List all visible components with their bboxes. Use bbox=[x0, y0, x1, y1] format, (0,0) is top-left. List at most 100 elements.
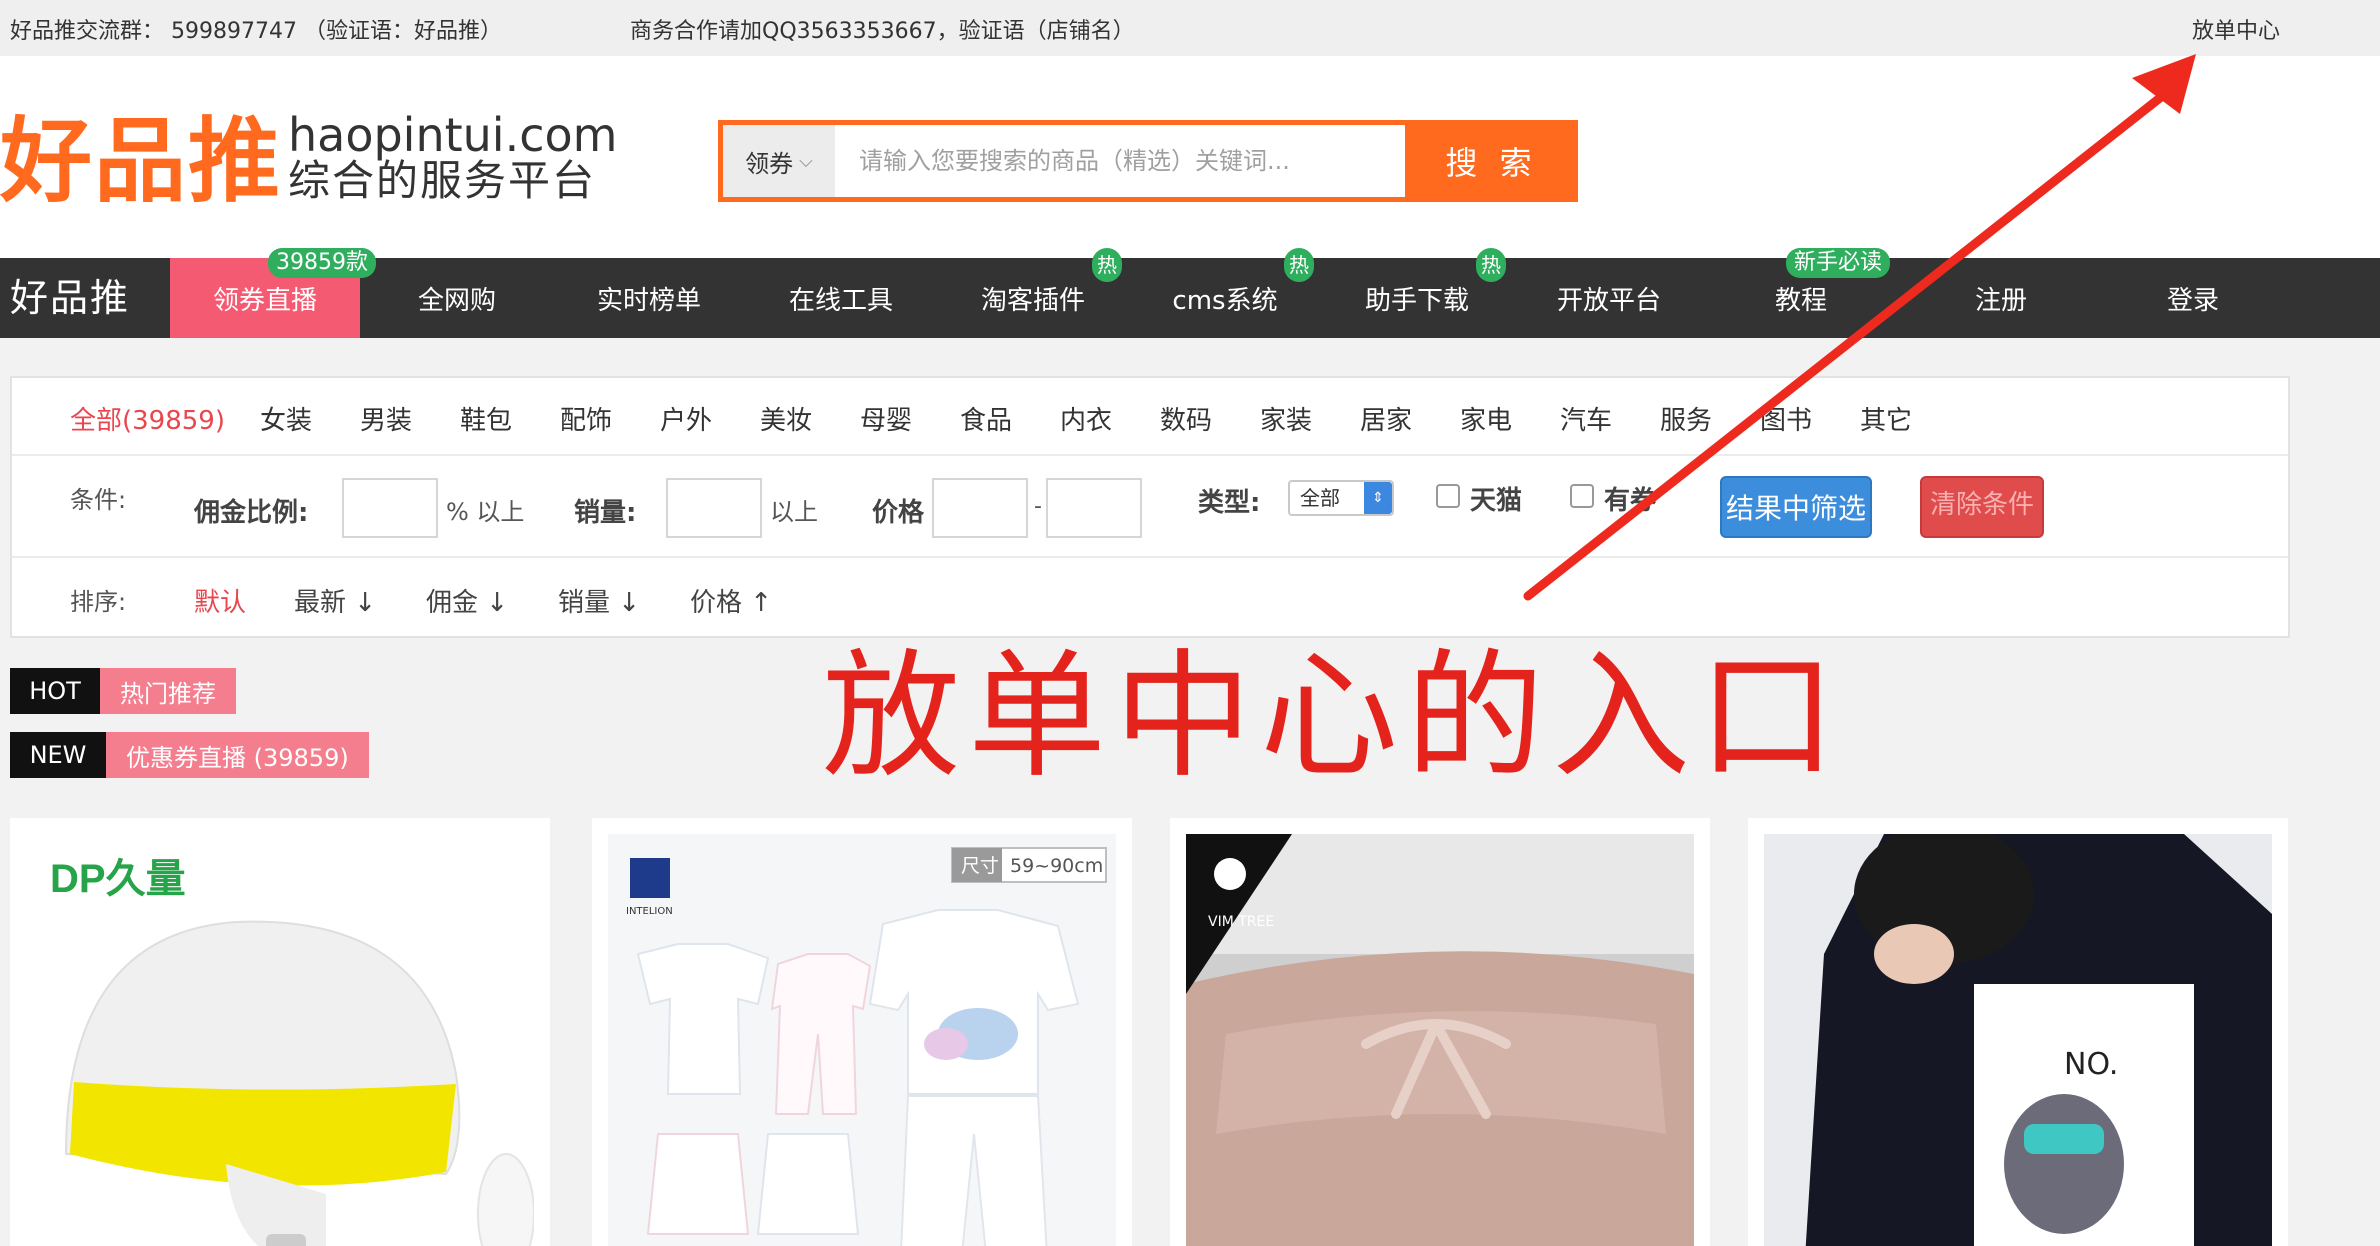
hot-tag[interactable]: HOT 热门推荐 bbox=[10, 668, 236, 714]
nav-item-cms[interactable]: cms系统 热 bbox=[1130, 248, 1320, 338]
nav-item-realtime-rank[interactable]: 实时榜单 bbox=[554, 258, 744, 338]
category-item[interactable]: 男装 bbox=[360, 400, 412, 437]
commission-label: 佣金比例: bbox=[194, 498, 309, 528]
nav-item-label: 开放平台 bbox=[1556, 285, 1661, 316]
tmall-checkbox[interactable] bbox=[1436, 484, 1460, 508]
search-box: 领券 ⌵ 搜 索 bbox=[718, 120, 1578, 202]
category-item[interactable]: 食品 bbox=[960, 400, 1012, 437]
category-item[interactable]: 服务 bbox=[1660, 400, 1712, 437]
coupon-checkbox[interactable] bbox=[1570, 484, 1594, 508]
nav-badge-hot: 热 bbox=[1476, 248, 1506, 282]
category-item[interactable]: 户外 bbox=[660, 400, 712, 437]
price-min-input[interactable] bbox=[932, 478, 1028, 538]
search-button[interactable]: 搜 索 bbox=[1405, 120, 1578, 202]
sort-newest-label: 最新 bbox=[294, 588, 347, 618]
business-contact-text: 商务合作请加QQ3563353667，验证语（店铺名） bbox=[630, 19, 1135, 44]
hot-tag-key: HOT bbox=[10, 668, 100, 714]
new-tag-label: 优惠券直播 (39859) bbox=[106, 732, 369, 778]
nav-item-label: 在线工具 bbox=[788, 285, 893, 316]
nav-brand[interactable]: 好品推 bbox=[10, 258, 130, 338]
category-item[interactable]: 家装 bbox=[1260, 400, 1312, 437]
nav-item-coupon-live[interactable]: 领券直播 39859款 bbox=[170, 248, 376, 338]
nav-item-label: 淘客插件 bbox=[980, 285, 1085, 316]
price-max-input[interactable] bbox=[1046, 478, 1142, 538]
category-item[interactable]: 母婴 bbox=[860, 400, 912, 437]
new-tag[interactable]: NEW 优惠券直播 (39859) bbox=[10, 732, 369, 778]
sort-commission-label: 佣金 bbox=[426, 588, 479, 618]
search-input[interactable] bbox=[835, 125, 1395, 197]
product-image[interactable]: VIM TREE bbox=[1186, 834, 1694, 1246]
nav-item-label: 领券直播 bbox=[212, 285, 317, 316]
sort-label: 排序: bbox=[70, 588, 127, 616]
product-card[interactable]: 尺寸 59~90cm INTELION bbox=[592, 818, 1132, 1246]
nav-item-register[interactable]: 注册 bbox=[1906, 258, 2096, 338]
sales-input[interactable] bbox=[666, 478, 762, 538]
clear-conditions-button[interactable]: 清除条件 bbox=[1920, 476, 2044, 538]
price-label: 价格 bbox=[872, 498, 925, 528]
nav-item-open-platform[interactable]: 开放平台 bbox=[1514, 258, 1704, 338]
category-item[interactable]: 其它 bbox=[1860, 400, 1912, 437]
top-bar: 好品推交流群： 599897747 （验证语：好品推） 商务合作请加QQ3563… bbox=[0, 0, 2380, 56]
sort-newest[interactable]: 最新 ↓ bbox=[294, 582, 376, 619]
nav-item-all-web[interactable]: 全网购 bbox=[362, 258, 552, 338]
price-separator: - bbox=[1034, 494, 1042, 519]
filter-in-results-button[interactable]: 结果中筛选 bbox=[1720, 476, 1872, 538]
release-center-link[interactable]: 放单中心 bbox=[2192, 13, 2280, 45]
category-item[interactable]: 图书 bbox=[1760, 400, 1812, 437]
logo-chinese[interactable]: 好品推 bbox=[0, 116, 282, 208]
category-item[interactable]: 美妆 bbox=[760, 400, 812, 437]
product-card[interactable]: VIM TREE bbox=[1170, 818, 1710, 1246]
sort-sales-label: 销量 bbox=[558, 588, 611, 618]
select-arrows-icon: ⇕ bbox=[1364, 482, 1392, 514]
category-item[interactable]: 女装 bbox=[260, 400, 312, 437]
category-item-all[interactable]: 全部(39859) bbox=[70, 400, 225, 437]
logo-slogan: 综合的服务平台 bbox=[288, 156, 597, 205]
sort-default-label: 默认 bbox=[194, 588, 247, 618]
product-card[interactable]: NO. bbox=[1748, 818, 2288, 1246]
category-item[interactable]: 汽车 bbox=[1560, 400, 1612, 437]
nav-badge-hot: 热 bbox=[1284, 248, 1314, 282]
nav-item-online-tools[interactable]: 在线工具 bbox=[746, 258, 936, 338]
product-card[interactable]: DP久量 bbox=[10, 818, 550, 1246]
nav-item-plugin[interactable]: 淘客插件 热 bbox=[938, 248, 1128, 338]
category-item[interactable]: 配饰 bbox=[560, 400, 612, 437]
sort-price[interactable]: 价格 ↑ bbox=[690, 582, 772, 619]
category-item[interactable]: 内衣 bbox=[1060, 400, 1112, 437]
nav-badge-hot: 热 bbox=[1092, 248, 1122, 282]
sort-price-label: 价格 bbox=[690, 588, 743, 618]
type-select-value: 全部 bbox=[1300, 486, 1340, 510]
category-item[interactable]: 居家 bbox=[1360, 400, 1412, 437]
qq-group-text: 好品推交流群： 599897747 （验证语：好品推） bbox=[10, 19, 502, 44]
nav-item-label: 登录 bbox=[2166, 285, 2219, 316]
sort-default[interactable]: 默认 bbox=[194, 582, 246, 619]
nav-item-assistant-download[interactable]: 助手下载 热 bbox=[1322, 248, 1512, 338]
nav-badge-newbie: 新手必读 bbox=[1785, 248, 1890, 278]
nav-item-label: 教程 bbox=[1774, 285, 1827, 316]
category-item[interactable]: 鞋包 bbox=[460, 400, 512, 437]
sort-sales[interactable]: 销量 ↓ bbox=[558, 582, 640, 619]
logo-domain: haopintui.com bbox=[288, 108, 618, 162]
nav-item-label: cms系统 bbox=[1172, 285, 1278, 316]
nav-item-tutorial[interactable]: 教程 新手必读 bbox=[1706, 248, 1896, 338]
commission-input[interactable] bbox=[342, 478, 438, 538]
type-select[interactable]: 全部 ⇕ bbox=[1288, 480, 1394, 516]
nav-item-label: 全网购 bbox=[417, 285, 496, 316]
shirt-print-text: NO. bbox=[2064, 1047, 2118, 1082]
size-tag-value: 59~90cm bbox=[1010, 855, 1103, 877]
tmall-label: 天猫 bbox=[1470, 486, 1523, 516]
chevron-down-icon: ⌵ bbox=[799, 150, 813, 172]
category-item[interactable]: 数码 bbox=[1160, 400, 1212, 437]
product-brand-text: INTELION bbox=[626, 906, 673, 917]
type-label: 类型: bbox=[1198, 488, 1261, 518]
sort-commission[interactable]: 佣金 ↓ bbox=[426, 582, 508, 619]
category-item[interactable]: 家电 bbox=[1460, 400, 1512, 437]
filter-panel: 全部(39859) 女装 男装 鞋包 配饰 户外 美妆 母婴 食品 内衣 数码 … bbox=[10, 376, 2290, 638]
product-image[interactable]: DP久量 bbox=[26, 834, 534, 1246]
product-image[interactable]: 尺寸 59~90cm INTELION bbox=[608, 834, 1116, 1246]
category-row: 全部(39859) 女装 男装 鞋包 配饰 户外 美妆 母婴 食品 内衣 数码 … bbox=[12, 378, 2288, 456]
search-type-select[interactable]: 领券 ⌵ bbox=[723, 125, 835, 197]
product-image[interactable]: NO. bbox=[1764, 834, 2272, 1246]
nav-item-login[interactable]: 登录 bbox=[2098, 258, 2288, 338]
arrow-up-icon: ↑ bbox=[750, 588, 773, 618]
commission-unit: % 以上 bbox=[446, 498, 525, 526]
